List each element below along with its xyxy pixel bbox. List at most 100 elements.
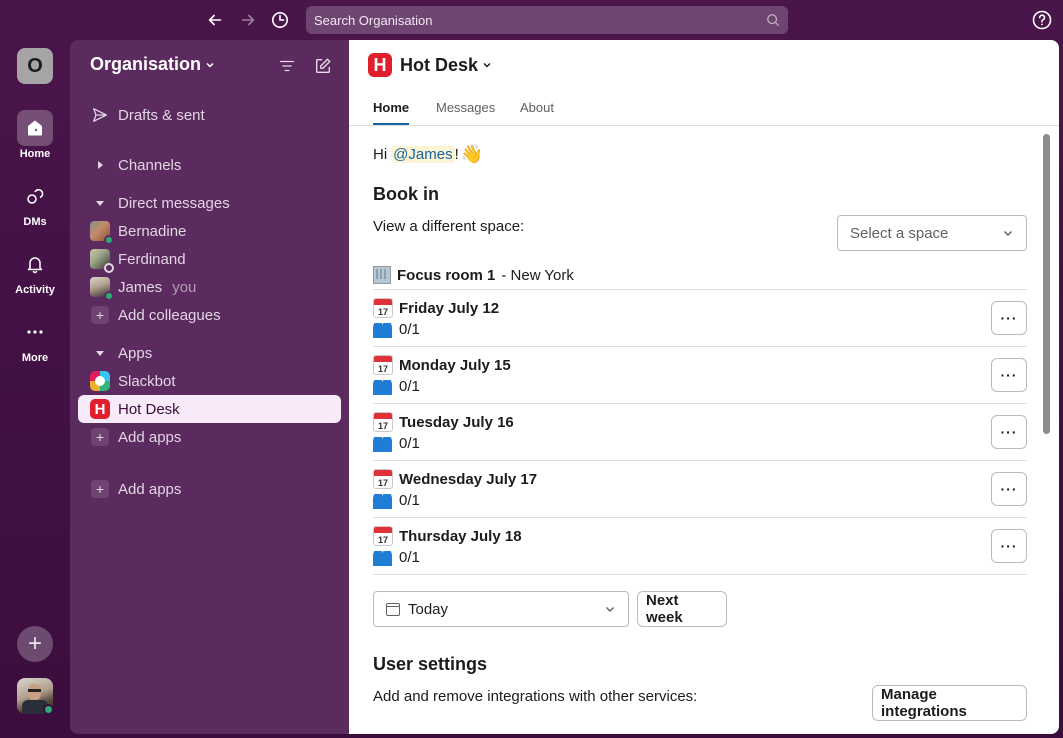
search-icon: [767, 14, 780, 27]
question-circle-icon: [1032, 10, 1052, 30]
add-apps-button-secondary[interactable]: + Add apps: [78, 475, 341, 503]
date-picker-value: Today: [408, 600, 449, 618]
day-label: Thursday July 18: [399, 527, 522, 545]
occupancy: 0/1: [399, 321, 420, 338]
app-title-menu[interactable]: H Hot Desk: [368, 53, 492, 77]
tab-about[interactable]: About: [520, 100, 554, 123]
history-button[interactable]: [269, 9, 291, 31]
search-placeholder: Search Organisation: [314, 12, 433, 28]
sidebar-item-label: Apps: [118, 344, 153, 362]
top-bar: Search Organisation: [0, 0, 1063, 40]
day-overflow-button[interactable]: ···: [991, 529, 1027, 563]
calendar-icon: [386, 602, 400, 616]
presence-active-indicator: [104, 291, 114, 301]
people-icon: [373, 493, 393, 509]
waving-hand-icon: 👋: [460, 144, 484, 164]
greeting: Hi @James ! 👋: [373, 144, 483, 165]
day-overflow-button[interactable]: ···: [991, 472, 1027, 506]
filter-button[interactable]: [276, 55, 298, 77]
search-input[interactable]: Search Organisation: [306, 6, 788, 34]
date-picker[interactable]: Today: [373, 591, 629, 627]
sidebar-section-direct-messages[interactable]: Direct messages: [78, 189, 341, 217]
add-apps-button[interactable]: + Add apps: [78, 423, 341, 451]
sidebar-item-dm-ferdinand[interactable]: Ferdinand: [78, 245, 341, 273]
sidebar-item-dm-james[interactable]: James you: [78, 273, 341, 301]
tab-messages[interactable]: Messages: [436, 100, 495, 123]
day-overflow-button[interactable]: ···: [991, 415, 1027, 449]
presence-away-indicator: [104, 263, 114, 273]
chat-bubbles-icon: [27, 189, 44, 204]
office-building-icon: [373, 266, 391, 284]
workspace-switcher[interactable]: O: [17, 48, 53, 84]
room-header: Focus room 1 - New York: [373, 266, 574, 284]
arrow-left-icon: [208, 14, 222, 26]
rail-item-activity[interactable]: Activity: [0, 246, 70, 296]
workspace-rail: O Home DMs Activity More +: [0, 40, 70, 738]
channel-sidebar: Organisation Drafts & sent Channels Dire…: [70, 40, 349, 734]
caret-down-icon: [96, 350, 104, 356]
rail-item-dms[interactable]: DMs: [0, 178, 70, 228]
calendar-icon: 17: [373, 355, 393, 375]
rail-label: More: [21, 352, 49, 364]
rail-label: Home: [19, 148, 51, 160]
next-week-button[interactable]: Next week: [637, 591, 727, 627]
occupancy: 0/1: [399, 378, 420, 395]
filter-icon: [280, 60, 294, 72]
back-button[interactable]: [204, 9, 226, 31]
day-label: Wednesday July 17: [399, 470, 538, 488]
day-label: Friday July 12: [399, 299, 500, 317]
day-row: 17 Tuesday July 16 0/1 ···: [373, 404, 1027, 461]
add-colleagues-button[interactable]: + Add colleagues: [78, 301, 341, 329]
plus-icon: +: [91, 428, 109, 446]
room-name: Focus room 1: [397, 266, 496, 284]
caret-right-icon: [97, 161, 103, 169]
day-overflow-button[interactable]: ···: [991, 358, 1027, 392]
day-overflow-button[interactable]: ···: [991, 301, 1027, 335]
calendar-icon: 17: [373, 412, 393, 432]
forward-button[interactable]: [237, 9, 259, 31]
occupancy: 0/1: [399, 492, 420, 509]
avatar: [90, 249, 114, 273]
rail-item-more[interactable]: More: [0, 314, 70, 364]
people-icon: [373, 436, 393, 452]
view-space-label: View a different space:: [373, 218, 525, 235]
ellipsis-icon: [27, 330, 43, 334]
sidebar-item-app-hot-desk[interactable]: H Hot Desk: [78, 395, 341, 423]
sidebar-section-apps[interactable]: Apps: [78, 339, 341, 367]
workspace-menu[interactable]: Organisation: [90, 54, 215, 75]
people-icon: [373, 379, 393, 395]
hot-desk-logo-icon: H: [90, 399, 110, 419]
sidebar-item-label: Channels: [118, 156, 182, 174]
rail-item-home[interactable]: Home: [0, 110, 70, 160]
divider: [373, 574, 1027, 575]
compose-button[interactable]: [312, 55, 334, 77]
clock-icon: [271, 11, 289, 29]
home-icon: [28, 120, 42, 136]
caret-down-icon: [96, 200, 104, 206]
day-label: Monday July 15: [399, 356, 511, 374]
app-home-pane: H Hot Desk Home Messages About Hi @James…: [349, 40, 1059, 734]
help-button[interactable]: [1031, 9, 1053, 31]
chevron-down-icon: [483, 62, 491, 68]
sidebar-section-channels[interactable]: Channels: [78, 151, 341, 179]
sidebar-item-label: Add colleagues: [118, 306, 221, 324]
manage-integrations-button[interactable]: Manage integrations: [872, 685, 1027, 721]
book-in-heading: Book in: [373, 184, 439, 204]
add-workspace-button[interactable]: +: [17, 626, 53, 662]
sidebar-item-label: Hot Desk: [118, 400, 180, 418]
bell-icon: [27, 257, 43, 274]
sidebar-item-drafts[interactable]: Drafts & sent: [78, 101, 341, 129]
sidebar-item-app-slackbot[interactable]: Slackbot: [78, 367, 341, 395]
sidebar-item-label: Drafts & sent: [118, 106, 205, 124]
chevron-down-icon: [1004, 231, 1012, 236]
sidebar-item-dm-bernadine[interactable]: Bernadine: [78, 217, 341, 245]
space-select[interactable]: Select a space: [837, 215, 1027, 251]
user-mention[interactable]: @James: [391, 146, 455, 163]
tab-home[interactable]: Home: [373, 100, 410, 125]
calendar-icon: 17: [373, 526, 393, 546]
plus-icon: +: [91, 480, 109, 498]
slackbot-icon: [90, 371, 110, 391]
greeting-suffix: !: [454, 146, 459, 163]
sidebar-item-label: Ferdinand: [118, 250, 186, 268]
scrollbar[interactable]: [1043, 134, 1050, 434]
